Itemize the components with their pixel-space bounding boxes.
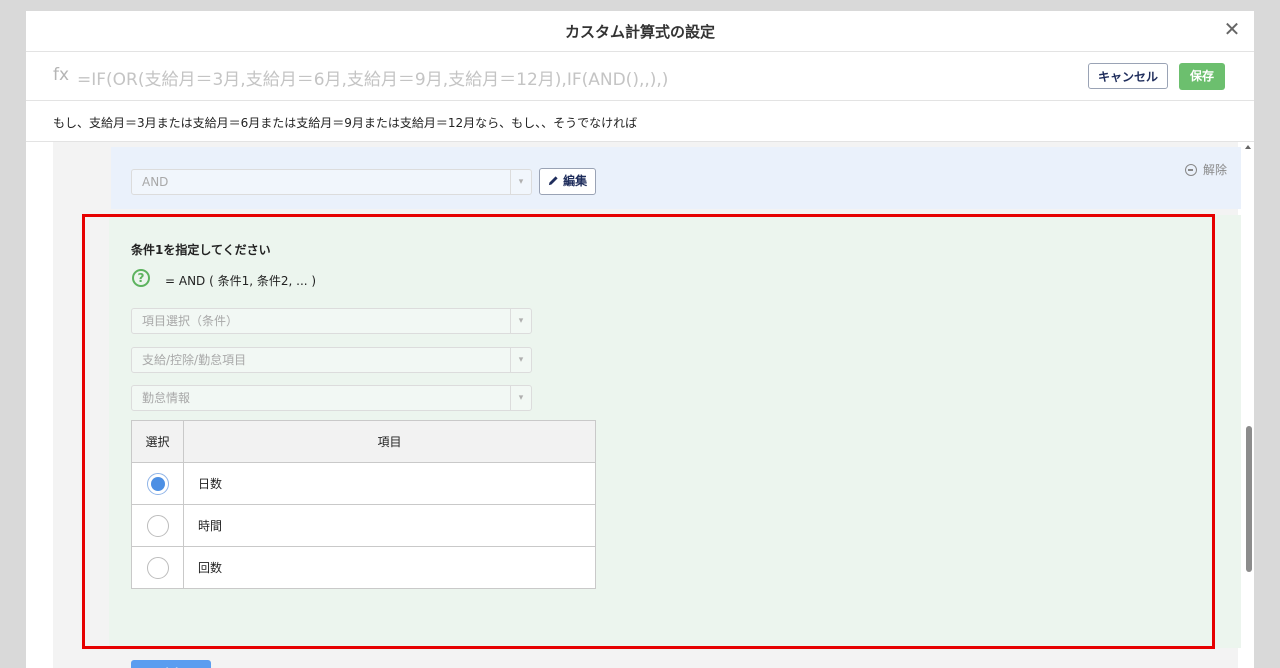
attendance-info-select[interactable]: 勤怠情報 ▾ xyxy=(131,385,532,411)
dialog-title: カスタム計算式の設定 xyxy=(564,23,715,41)
custom-formula-dialog: カスタム計算式の設定 ✕ fx =IF(OR(支給月＝3月,支給月＝6月,支給月… xyxy=(26,11,1254,668)
close-icon[interactable]: ✕ xyxy=(1220,17,1244,41)
and-function-panel: AND ▾ 編集 解除 xyxy=(111,147,1241,209)
chevron-down-icon: ▾ xyxy=(510,170,531,194)
condition-panel: 条件1を指定してください ? = AND ( 条件1, 条件2, ... ) 項… xyxy=(109,215,1241,668)
item-label: 日数 xyxy=(183,462,596,505)
radio-button[interactable] xyxy=(146,514,169,537)
chevron-down-icon: ▾ xyxy=(510,348,531,372)
dialog-header: カスタム計算式の設定 ✕ xyxy=(26,11,1254,52)
formula-description-bar: もし、支給月＝3月または支給月＝6月または支給月＝9月または支給月＝12月なら、… xyxy=(26,101,1254,142)
scrollbar-thumb[interactable] xyxy=(1246,426,1252,572)
item-select-condition-value: 項目選択（条件） xyxy=(142,314,239,328)
attendance-info-select-value: 勤怠情報 xyxy=(142,391,191,405)
formula-description: もし、支給月＝3月または支給月＝6月または支給月＝9月または支給月＝12月なら、… xyxy=(53,116,638,130)
function-select[interactable]: AND ▾ xyxy=(131,169,532,195)
formula-expression: =IF(OR(支給月＝3月,支給月＝6月,支給月＝9月,支給月＝12月),IF(… xyxy=(77,70,669,90)
formula-editor-scroll-area: AND ▾ 編集 解除 条件1を指定してください ? = AND ( 条件1, … xyxy=(26,142,1254,668)
item-selection-table: 選択 項目 日数 時間 回数 xyxy=(131,420,596,589)
table-header-row: 選択 項目 xyxy=(131,420,596,463)
editor-canvas: AND ▾ 編集 解除 条件1を指定してください ? = AND ( 条件1, … xyxy=(53,142,1241,668)
formula-bar: fx =IF(OR(支給月＝3月,支給月＝6月,支給月＝9月,支給月＝12月),… xyxy=(26,52,1254,101)
column-header-select: 選択 xyxy=(131,420,184,463)
edit-button-label: 編集 xyxy=(563,174,588,188)
table-row[interactable]: 日数 xyxy=(131,462,596,505)
function-syntax: = AND ( 条件1, 条件2, ... ) xyxy=(165,274,317,288)
radio-cell xyxy=(131,504,184,547)
radio-cell xyxy=(131,462,184,505)
radio-button-selected[interactable] xyxy=(146,472,169,495)
chevron-down-icon: ▾ xyxy=(510,386,531,410)
scroll-up-icon[interactable] xyxy=(1245,145,1251,149)
radio-button[interactable] xyxy=(146,556,169,579)
item-category-select-value: 支給/控除/勤怠項目 xyxy=(142,353,247,367)
fx-label: fx xyxy=(53,65,70,85)
vertical-scrollbar[interactable] xyxy=(1242,142,1254,656)
radio-cell xyxy=(131,546,184,589)
confirm-button[interactable]: 確定 xyxy=(131,660,211,668)
pencil-icon xyxy=(548,176,558,186)
table-row[interactable]: 時間 xyxy=(131,504,596,547)
save-button[interactable]: 保存 xyxy=(1179,63,1225,90)
chevron-down-icon: ▾ xyxy=(510,309,531,333)
item-category-select[interactable]: 支給/控除/勤怠項目 ▾ xyxy=(131,347,532,373)
question-circle-icon[interactable]: ? xyxy=(132,269,150,287)
function-select-value: AND xyxy=(142,175,169,189)
item-select-condition[interactable]: 項目選択（条件） ▾ xyxy=(131,308,532,334)
edit-button[interactable]: 編集 xyxy=(539,168,596,195)
circle-minus-icon xyxy=(1184,164,1197,176)
cancel-button[interactable]: キャンセル xyxy=(1088,63,1168,89)
remove-button[interactable]: 解除 xyxy=(1184,161,1227,178)
column-header-item: 項目 xyxy=(183,420,596,463)
remove-label: 解除 xyxy=(1202,163,1227,177)
condition-title: 条件1を指定してください xyxy=(131,243,271,257)
item-label: 時間 xyxy=(183,504,596,547)
item-label: 回数 xyxy=(183,546,596,589)
table-row[interactable]: 回数 xyxy=(131,546,596,589)
